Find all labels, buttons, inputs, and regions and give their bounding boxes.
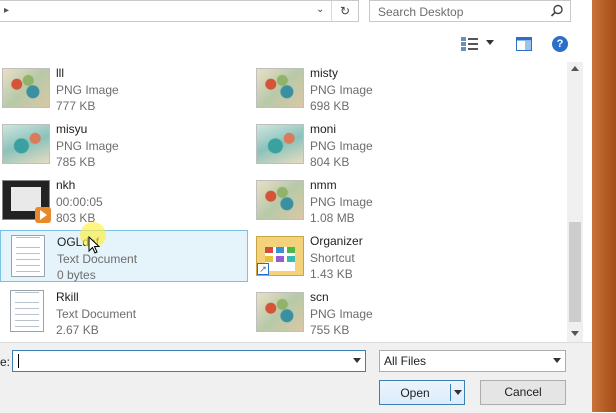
chevron-right-icon: ▸ [4,5,10,16]
chevron-down-icon[interactable]: ⌄ [316,4,330,18]
scroll-down-icon[interactable] [571,331,579,336]
file-list: lll PNG Image 777 KB misty PNG Image 698… [0,62,566,342]
text-document-icon [11,235,45,277]
help-icon[interactable]: ? [552,36,568,52]
shortcut-icon: ↗ [256,236,304,276]
file-name: scn [310,290,329,304]
file-type: Shortcut [310,251,355,265]
file-name: nmm [310,178,337,192]
file-size: 755 KB [310,323,350,337]
file-type: PNG Image [310,83,373,97]
file-size: 777 KB [56,99,96,113]
vertical-scrollbar[interactable] [567,62,583,342]
filename-label: e: [0,355,11,369]
file-item[interactable]: moni PNG Image 804 KB [254,118,502,170]
file-name: lll [56,66,64,80]
file-type: Text Document [57,252,138,266]
image-thumbnail [2,124,50,164]
file-name: moni [310,122,337,136]
file-name: Rkill [56,290,79,304]
file-type: PNG Image [56,83,119,97]
views-dropdown-icon[interactable] [486,40,494,45]
image-thumbnail [256,124,304,164]
file-item[interactable]: misyu PNG Image 785 KB [0,118,248,170]
image-thumbnail [256,68,304,108]
scrollbar-thumb[interactable] [569,222,581,322]
image-thumbnail [2,68,50,108]
mouse-pointer-icon [88,236,101,254]
file-size: 698 KB [310,99,350,113]
background-window-edge [592,0,616,412]
file-item[interactable]: scn PNG Image 755 KB [254,286,502,338]
image-thumbnail [256,292,304,332]
chevron-down-icon[interactable] [353,358,361,363]
file-size: 0 bytes [57,268,96,282]
file-size: 2.67 KB [56,323,99,337]
cancel-button[interactable]: Cancel [480,380,566,405]
file-item[interactable]: nkh 00:00:05 803 KB [0,174,248,226]
search-box[interactable]: Search Desktop [369,0,571,22]
file-item[interactable]: lll PNG Image 777 KB [0,62,248,114]
file-item[interactable]: ↗ Organizer Shortcut 1.43 KB [254,230,502,282]
play-icon [35,207,51,223]
file-size: 1.08 MB [310,211,355,225]
preview-pane-icon[interactable] [516,37,532,51]
file-name: Organizer [310,234,363,248]
open-file-dialog: ▸ ⌄ ↻ Search Desktop ? lll PNG Image 777… [0,0,592,413]
search-placeholder: Search Desktop [378,5,464,19]
file-size: 785 KB [56,155,96,169]
split-divider [450,384,451,401]
file-type: PNG Image [310,195,373,209]
file-item-selected[interactable]: OGLdpf Text Document 0 bytes [0,230,248,282]
dialog-footer: e: All Files Open Cancel [0,342,592,413]
search-icon[interactable] [550,4,564,18]
file-duration: 00:00:05 [56,195,103,209]
views-icon[interactable] [461,37,479,51]
file-name: nkh [56,178,76,192]
file-name: misyu [56,122,88,136]
filter-value: All Files [384,354,427,368]
file-item[interactable]: Rkill Text Document 2.67 KB [0,286,248,338]
chevron-down-icon[interactable] [553,358,561,363]
file-size: 804 KB [310,155,350,169]
file-type-filter[interactable]: All Files [379,350,566,372]
file-name: misty [310,66,338,80]
open-button[interactable]: Open [379,380,465,405]
file-type: Text Document [56,307,137,321]
text-document-icon [10,290,44,332]
shortcut-arrow-icon: ↗ [257,263,269,275]
file-type: PNG Image [310,139,373,153]
text-caret [18,354,19,368]
file-item[interactable]: misty PNG Image 698 KB [254,62,502,114]
file-size: 1.43 KB [310,267,353,281]
image-thumbnail [256,180,304,220]
address-bar[interactable]: ▸ ⌄ ↻ [0,0,359,22]
open-label: Open [400,386,430,400]
filename-input[interactable] [12,350,366,372]
organizer-grid-icon [265,247,295,271]
open-dropdown-icon[interactable] [454,390,462,395]
video-thumbnail [2,180,51,223]
file-type: PNG Image [56,139,119,153]
scroll-up-icon[interactable] [571,66,579,71]
file-item[interactable]: nmm PNG Image 1.08 MB [254,174,502,226]
refresh-icon[interactable]: ↻ [331,1,358,21]
file-type: PNG Image [310,307,373,321]
